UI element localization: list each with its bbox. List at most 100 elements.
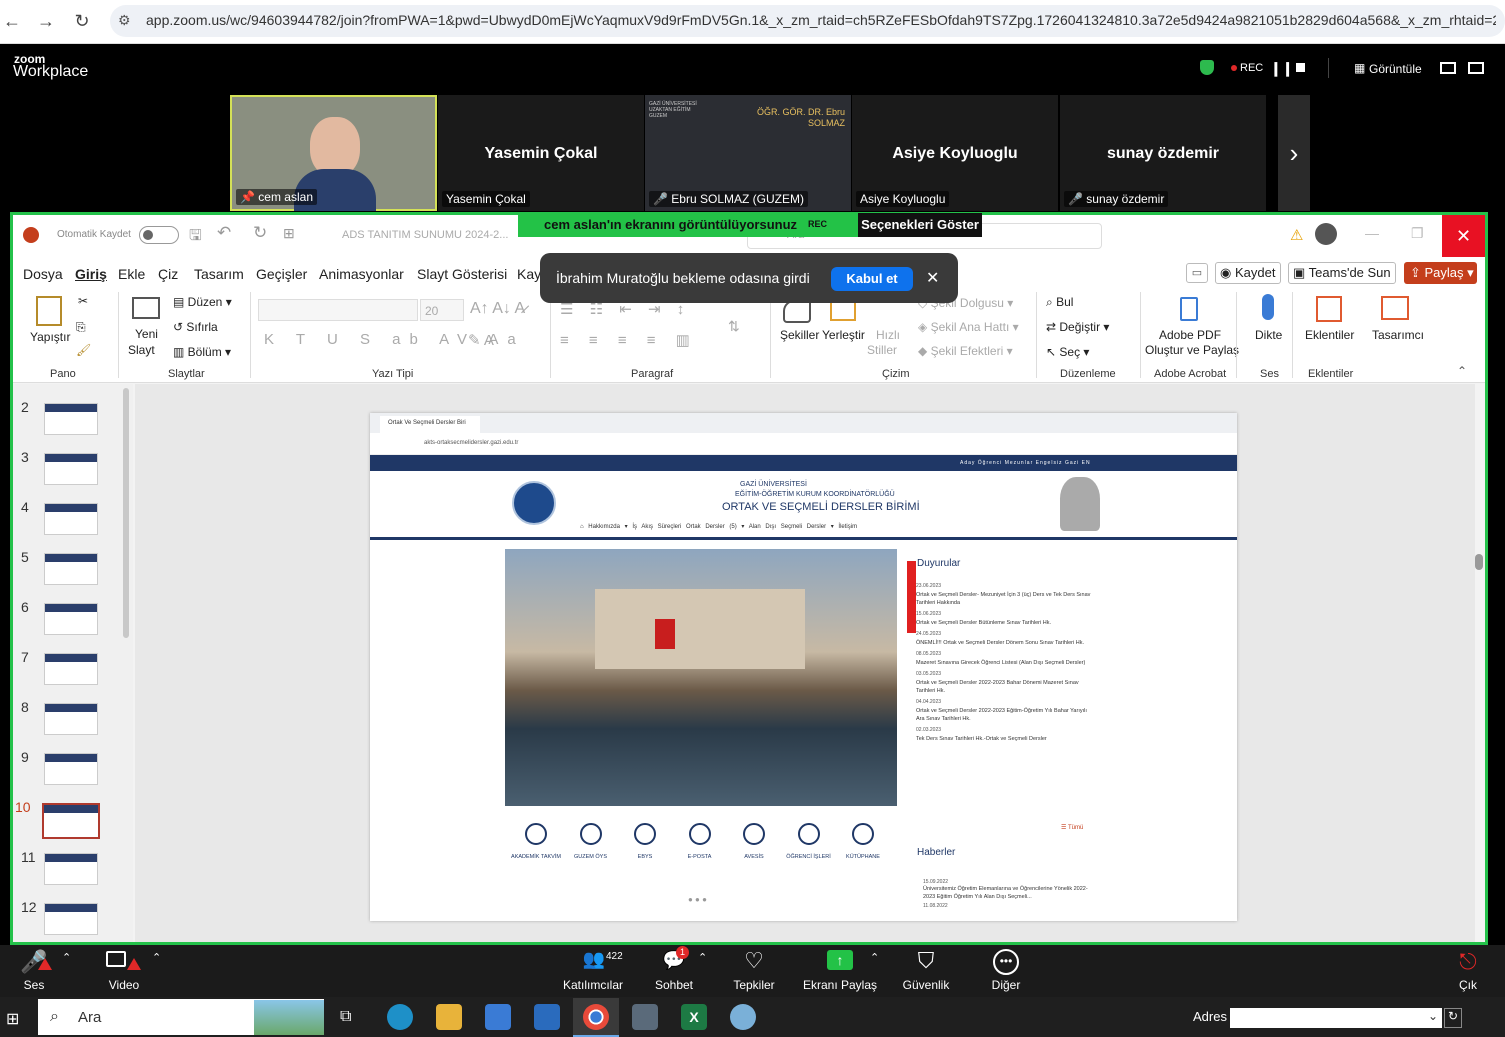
adobe-pdf-label-2[interactable]: Oluştur ve Paylaş (1145, 343, 1239, 357)
slide-thumbnail[interactable] (44, 753, 98, 785)
new-slide-label-2[interactable]: Slayt (128, 343, 155, 357)
arrange-label[interactable]: Yerleştir (822, 328, 865, 342)
slide-thumbnail[interactable] (44, 503, 98, 535)
quick-link[interactable]: ÖĞRENCİ İŞLERİ (783, 823, 835, 861)
quick-styles-label-1[interactable]: Hızlı (876, 328, 900, 342)
font-size-select[interactable]: 20 (420, 299, 464, 321)
security-label[interactable]: Güvenlik (896, 978, 956, 992)
menu-draw[interactable]: Çiz (158, 266, 178, 282)
participant-tile[interactable]: GAZİ ÜNİVERSİTESİ UZAKTAN EĞİTİM GUZEM ÖĞR… (645, 95, 851, 211)
participant-tile[interactable]: 📌 cem aslan (230, 95, 437, 211)
chat-label[interactable]: Sohbet (650, 978, 698, 992)
participants-icon[interactable]: 👥 (580, 949, 608, 970)
text-direction-icon[interactable]: ⇅ (728, 318, 740, 335)
news-link[interactable]: Üniversitemiz Öğretim Elemanlarına ve Öğ… (923, 885, 1093, 901)
font-family-select[interactable] (258, 299, 418, 321)
present-icon[interactable]: ⊞ (283, 225, 295, 242)
adobe-pdf-icon[interactable] (1180, 297, 1198, 321)
slide-thumbnail[interactable] (42, 803, 100, 839)
menu-animations[interactable]: Animasyonlar (319, 266, 404, 282)
reset-button[interactable]: ↺ Sıfırla (173, 320, 218, 334)
encryption-shield-icon[interactable] (1200, 60, 1214, 75)
slide-thumbnail[interactable] (44, 703, 98, 735)
quick-link[interactable]: GUZEM ÖYS (565, 823, 617, 861)
redo-icon[interactable]: ↻ (253, 223, 267, 243)
cut-icon[interactable]: ✂ (78, 294, 88, 308)
leave-label[interactable]: Çık (1452, 978, 1484, 992)
reload-icon[interactable]: ↻ (70, 9, 94, 33)
slide-thumbnail[interactable] (44, 603, 98, 635)
designer-icon[interactable] (1381, 296, 1409, 320)
menu-home[interactable]: Giriş (75, 266, 107, 282)
menu-insert[interactable]: Ekle (118, 266, 145, 282)
highlight-color-icon[interactable]: ✎ A (468, 331, 494, 349)
autosave-toggle[interactable] (139, 226, 179, 244)
minimize-icon[interactable]: — (1365, 225, 1379, 241)
thumbnail-scrollbar[interactable] (123, 388, 129, 638)
mail-icon[interactable] (534, 1004, 560, 1030)
align-icons[interactable]: ≡ ≡ ≡ ≡ ▥ (560, 331, 698, 349)
quick-link[interactable]: EBYS (619, 823, 671, 861)
paste-label[interactable]: Yapıştır (30, 330, 70, 344)
announcement-link[interactable]: ÖNEMLİ!!! Ortak ve Seçmeli Dersler Dönem… (916, 639, 1091, 647)
record-button[interactable]: ◉ Kaydet (1215, 262, 1281, 284)
format-painter-icon[interactable]: 🖌 (76, 343, 91, 357)
slide-thumbnail[interactable] (44, 403, 98, 435)
admit-button[interactable]: Kabul et (831, 267, 913, 291)
quick-link[interactable]: AKADEMİK TAKVİM (510, 823, 562, 861)
chrome-icon[interactable] (583, 1004, 609, 1030)
microphone-icon[interactable] (1262, 294, 1274, 320)
url-text[interactable]: app.zoom.us/wc/94603944782/join?fromPWA=… (146, 12, 1496, 28)
layout-icon[interactable] (1440, 62, 1456, 74)
forward-icon[interactable]: → (34, 9, 58, 33)
announcement-link[interactable]: Ortak ve Seçmeli Dersler Bütünleme Sınav… (916, 619, 1091, 627)
comments-icon[interactable]: ▭ (1186, 263, 1208, 283)
quick-link[interactable]: AVESİS (728, 823, 780, 861)
address-toolbar-input[interactable] (1230, 1008, 1442, 1028)
quick-link[interactable]: E-POSTA (674, 823, 726, 861)
share-options-chevron-icon[interactable]: ⌃ (870, 951, 879, 964)
chat-options-chevron-icon[interactable]: ⌃ (698, 951, 707, 964)
close-icon[interactable]: ✕ (1442, 215, 1485, 257)
present-in-teams-button[interactable]: ▣ Teams'de Sun (1288, 262, 1396, 284)
video-off-icon[interactable] (106, 951, 126, 967)
show-options-button[interactable]: Seçenekleri Göster (858, 213, 982, 237)
undo-icon[interactable]: ↶ (217, 223, 231, 243)
file-explorer-icon[interactable] (436, 1004, 462, 1030)
menu-transitions[interactable]: Geçişler (256, 266, 307, 282)
menu-slideshow[interactable]: Slayt Gösterisi (417, 266, 507, 282)
collapse-ribbon-icon[interactable]: ⌃ (1457, 364, 1467, 378)
slide-scrollbar[interactable] (1475, 554, 1483, 570)
participants-label[interactable]: Katılımcılar (560, 978, 626, 992)
dictate-label[interactable]: Dikte (1255, 328, 1282, 342)
paste-icon[interactable] (36, 296, 62, 326)
announcement-link[interactable]: Ortak ve Seçmeli Dersler- Mezuniyet İçin… (916, 591, 1091, 607)
announcement-link[interactable]: Tek Ders Sınav Tarihleri Hk.-Ortak ve Se… (916, 735, 1091, 743)
address-dropdown-chevron-icon[interactable]: ⌄ (1428, 1009, 1438, 1023)
audio-label[interactable]: Ses (16, 978, 52, 992)
fullscreen-icon[interactable] (1468, 62, 1484, 74)
grow-font-icon[interactable]: A↑ A↓ A̷ (470, 300, 525, 318)
audio-options-chevron-icon[interactable]: ⌃ (62, 951, 71, 964)
all-announcements-link[interactable]: ☰ Tümü (1061, 824, 1083, 831)
close-popup-icon[interactable]: ✕ (926, 268, 939, 288)
pause-record-icon[interactable]: ❙❙ (1270, 60, 1293, 77)
copy-icon[interactable]: ⎘ (76, 320, 86, 335)
site-info-icon[interactable]: ⚙ (118, 12, 131, 29)
calculator-icon[interactable] (632, 1004, 658, 1030)
slide-thumbnail[interactable] (44, 903, 98, 935)
announcement-link[interactable]: Ortak ve Seçmeli Dersler 2022-2023 Bahar… (916, 679, 1091, 695)
addins-label[interactable]: Eklentiler (1305, 328, 1354, 342)
slide-thumbnail[interactable] (44, 553, 98, 585)
share-button[interactable]: ⇪ Paylaş ▾ (1404, 262, 1477, 284)
menu-record[interactable]: Kay (517, 266, 541, 282)
save-icon[interactable]: 🖫 (189, 225, 202, 250)
address-go-icon[interactable]: ↻ (1444, 1008, 1462, 1028)
more-label[interactable]: Diğer (986, 978, 1026, 992)
view-button[interactable]: Görüntüle (1369, 62, 1422, 76)
find-button[interactable]: ⌕ Bul (1046, 295, 1073, 310)
layout-button[interactable]: ▤ Düzen ▾ (173, 295, 232, 309)
menu-file[interactable]: Dosya (23, 266, 63, 282)
current-slide[interactable]: Ortak Ve Seçmeli Dersler Biri akts-ortak… (370, 413, 1237, 921)
shape-outline-button[interactable]: ◈ Şekil Ana Hattı ▾ (918, 320, 1019, 334)
